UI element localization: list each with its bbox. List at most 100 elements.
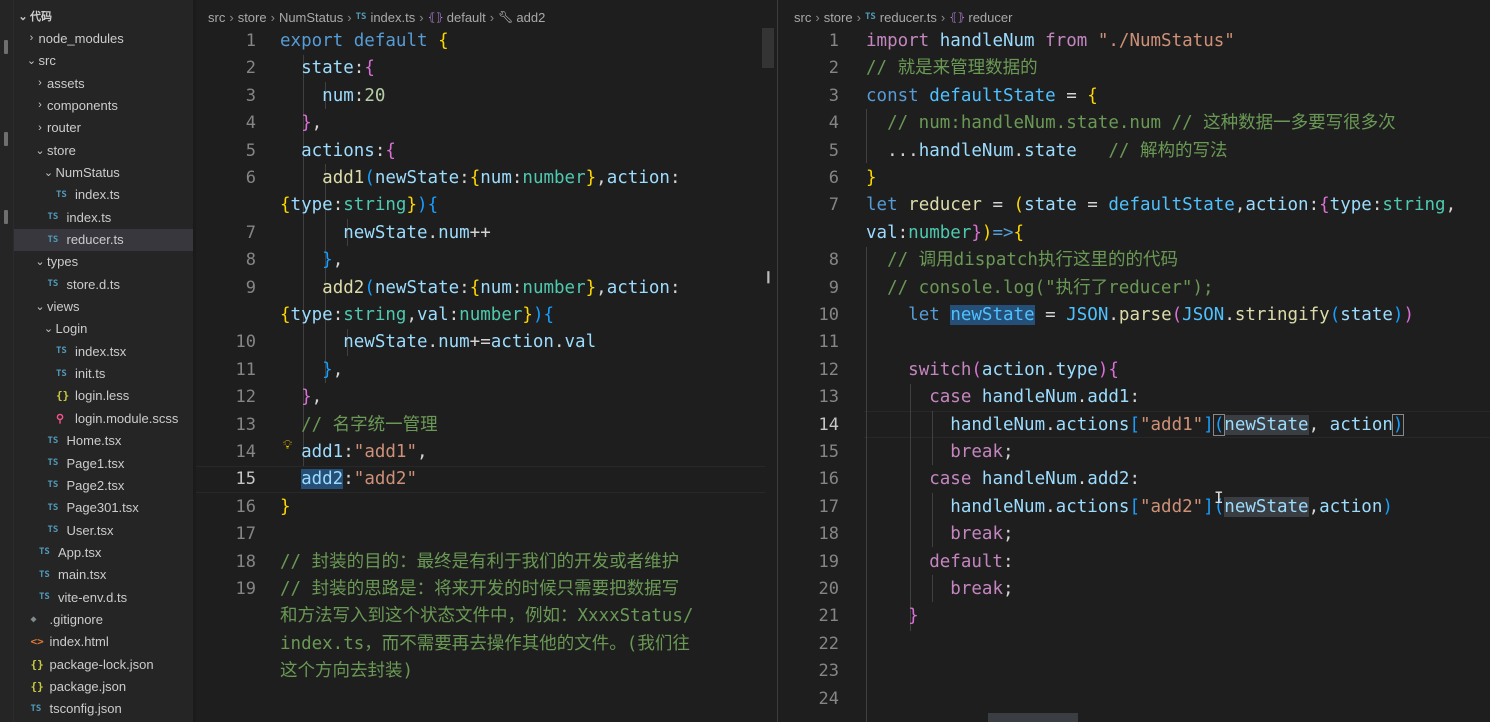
explorer-folder[interactable]: ⌄ NumStatus (14, 161, 193, 183)
explorer-folder[interactable]: ⌄ Login (14, 318, 193, 340)
code-line[interactable]: add2:"add2" (280, 466, 417, 493)
code-line[interactable]: 这个方向去封装) (280, 658, 413, 685)
code-line[interactable]: // console.log("执行了reducer"); (866, 275, 1213, 302)
explorer-folder[interactable]: › components (14, 94, 193, 116)
code-line[interactable]: handleNum.actions["add2"](newState,actio… (866, 494, 1393, 521)
code-line[interactable]: val:number})=>{ (866, 220, 1024, 247)
breadcrumb-src[interactable]: src (794, 10, 811, 25)
explorer-file[interactable]: TS init.ts (14, 363, 193, 385)
explorer-file[interactable]: TS Page1.tsx (14, 452, 193, 474)
code-line[interactable]: default: (866, 549, 1013, 576)
explorer-file[interactable]: {} login.less (14, 385, 193, 407)
explorer-file[interactable]: TS Home.tsx (14, 430, 193, 452)
code-line[interactable]: // 封装的目的：最终是有利于我们的开发或者维护 (280, 549, 679, 576)
code-line[interactable]: // 就是来管理数据的 (866, 55, 1038, 82)
code-token: number (522, 168, 586, 188)
code-line[interactable]: state:{ (280, 55, 375, 82)
explorer-file[interactable]: TS reducer.ts (14, 228, 193, 251)
json-file-icon: {} (56, 389, 70, 403)
code-line[interactable]: break; (866, 439, 1013, 466)
code-line[interactable]: newState.num++ (280, 220, 491, 247)
explorer-folder[interactable]: › node_modules (14, 27, 193, 49)
code-line[interactable]: {type:string}){ (280, 192, 438, 219)
explorer-file[interactable]: {} package-lock.json (14, 653, 193, 675)
explorer-file[interactable]: TS index.ts (14, 184, 193, 206)
breadcrumb-symbol-default[interactable]: default (447, 10, 486, 25)
line-number: 12 (235, 387, 256, 408)
explorer-file[interactable]: TS tsconfig.json (14, 698, 193, 720)
explorer-file[interactable]: TS store.d.ts (14, 273, 193, 295)
editor-reducer-ts[interactable]: src › store › TS reducer.ts › ⦃⦄ reducer… (779, 0, 1490, 722)
breadcrumb-numstatus[interactable]: NumStatus (279, 10, 343, 25)
code-line[interactable]: newState.num+=action.val (280, 329, 596, 356)
explorer-file[interactable]: ◆ .gitignore (14, 608, 193, 630)
code-token: add2 (1087, 469, 1130, 490)
explorer-folder[interactable]: › assets (14, 72, 193, 94)
explorer-file[interactable]: <> index.html (14, 631, 193, 653)
left-editor-scrollbar[interactable] (762, 28, 774, 68)
code-line[interactable]: }, (280, 357, 343, 384)
code-line[interactable]: case handleNum.add2: (866, 466, 1140, 493)
explorer-file[interactable]: TS index.ts (14, 206, 193, 228)
code-line[interactable]: ...handleNum.state // 解构的写法 (866, 138, 1227, 165)
code-line[interactable]: num:20 (280, 83, 385, 110)
breadcrumb-store[interactable]: store (824, 10, 853, 25)
explorer-folder[interactable]: ⌄ types (14, 251, 193, 273)
code-line[interactable]: } (866, 165, 877, 192)
breadcrumb-src[interactable]: src (208, 10, 225, 25)
explorer-folder[interactable]: ⌄ src (14, 50, 193, 72)
editor-split-sash[interactable] (765, 0, 778, 722)
explorer-folder[interactable]: ⌄ 代码 (14, 5, 193, 27)
breadcrumb-symbol-reducer[interactable]: reducer (968, 10, 1012, 25)
explorer-file[interactable]: TS User.tsx (14, 519, 193, 541)
editor-index-ts[interactable]: src › store › NumStatus › TS index.ts › … (196, 0, 765, 722)
code-line[interactable]: // 名字统一管理 (280, 412, 438, 439)
explorer-folder[interactable]: ⌄ views (14, 296, 193, 318)
code-line[interactable]: {type:string,val:number}){ (280, 302, 554, 329)
explorer-item-label: assets (47, 75, 85, 91)
code-line[interactable]: index.ts，而不需要再去操作其他的文件。(我们往 (280, 631, 690, 658)
explorer-file[interactable]: TS main.tsx (14, 564, 193, 586)
code-line[interactable]: }, (280, 110, 322, 137)
breadcrumb-file[interactable]: reducer.ts (880, 10, 937, 25)
code-line[interactable]: // num:handleNum.state.num // 这种数据一多要写很多… (866, 110, 1396, 137)
code-line[interactable]: add2(newState:{num:number},action: (280, 275, 680, 302)
code-line[interactable]: }, (280, 247, 343, 274)
explorer-folder[interactable]: › router (14, 117, 193, 139)
explorer-folder[interactable]: ⌄ store (14, 139, 193, 161)
code-line[interactable]: } (866, 603, 919, 630)
code-line[interactable]: export default { (280, 28, 449, 55)
code-line[interactable]: const defaultState = { (866, 83, 1098, 110)
explorer-file[interactable]: TS vite-env.d.ts (14, 586, 193, 608)
code-line[interactable]: }, (280, 384, 322, 411)
explorer-file[interactable]: ⚲ login.module.scss (14, 407, 193, 429)
code-line[interactable]: handleNum.actions["add1"](newState, acti… (866, 412, 1405, 439)
code-line[interactable]: case handleNum.add1: (866, 384, 1140, 411)
explorer-file[interactable]: TS Page301.tsx (14, 497, 193, 519)
breadcrumb-store[interactable]: store (238, 10, 267, 25)
code-line[interactable]: 和方法写入到这个状态文件中，例如：XxxxStatus/ (280, 603, 693, 630)
code-line[interactable]: actions:{ (280, 138, 396, 165)
code-line[interactable]: break; (866, 576, 1013, 603)
code-line[interactable]: let newState = JSON.parse(JSON.stringify… (866, 302, 1414, 329)
explorer-file[interactable]: TS App.tsx (14, 541, 193, 563)
code-line[interactable]: let reducer = (state = defaultState,acti… (866, 192, 1456, 219)
code-line[interactable]: import handleNum from "./NumStatus" (866, 28, 1235, 55)
code-line[interactable]: } (280, 494, 291, 521)
chevron-right-icon: › (270, 9, 275, 25)
explorer-file[interactable]: {} package.json (14, 676, 193, 698)
code-line[interactable]: switch(action.type){ (866, 357, 1119, 384)
lightbulb-icon[interactable]: 💡︎ (283, 438, 292, 453)
code-line[interactable]: // 调用dispatch执行这里的的代码 (866, 247, 1178, 274)
code-line[interactable]: add1:"add1", (280, 439, 427, 466)
breadcrumb-file[interactable]: index.ts (370, 10, 415, 25)
code-line[interactable]: // 封装的思路是：将来开发的时候只需要把数据写 (280, 576, 679, 603)
code-line[interactable]: add1(newState:{num:number},action: (280, 165, 680, 192)
explorer-file[interactable]: TS index.tsx (14, 340, 193, 362)
code-line[interactable]: break; (866, 521, 1013, 548)
explorer-file[interactable]: TS Page2.tsx (14, 474, 193, 496)
breadcrumb-symbol-add2[interactable]: add2 (516, 10, 545, 25)
